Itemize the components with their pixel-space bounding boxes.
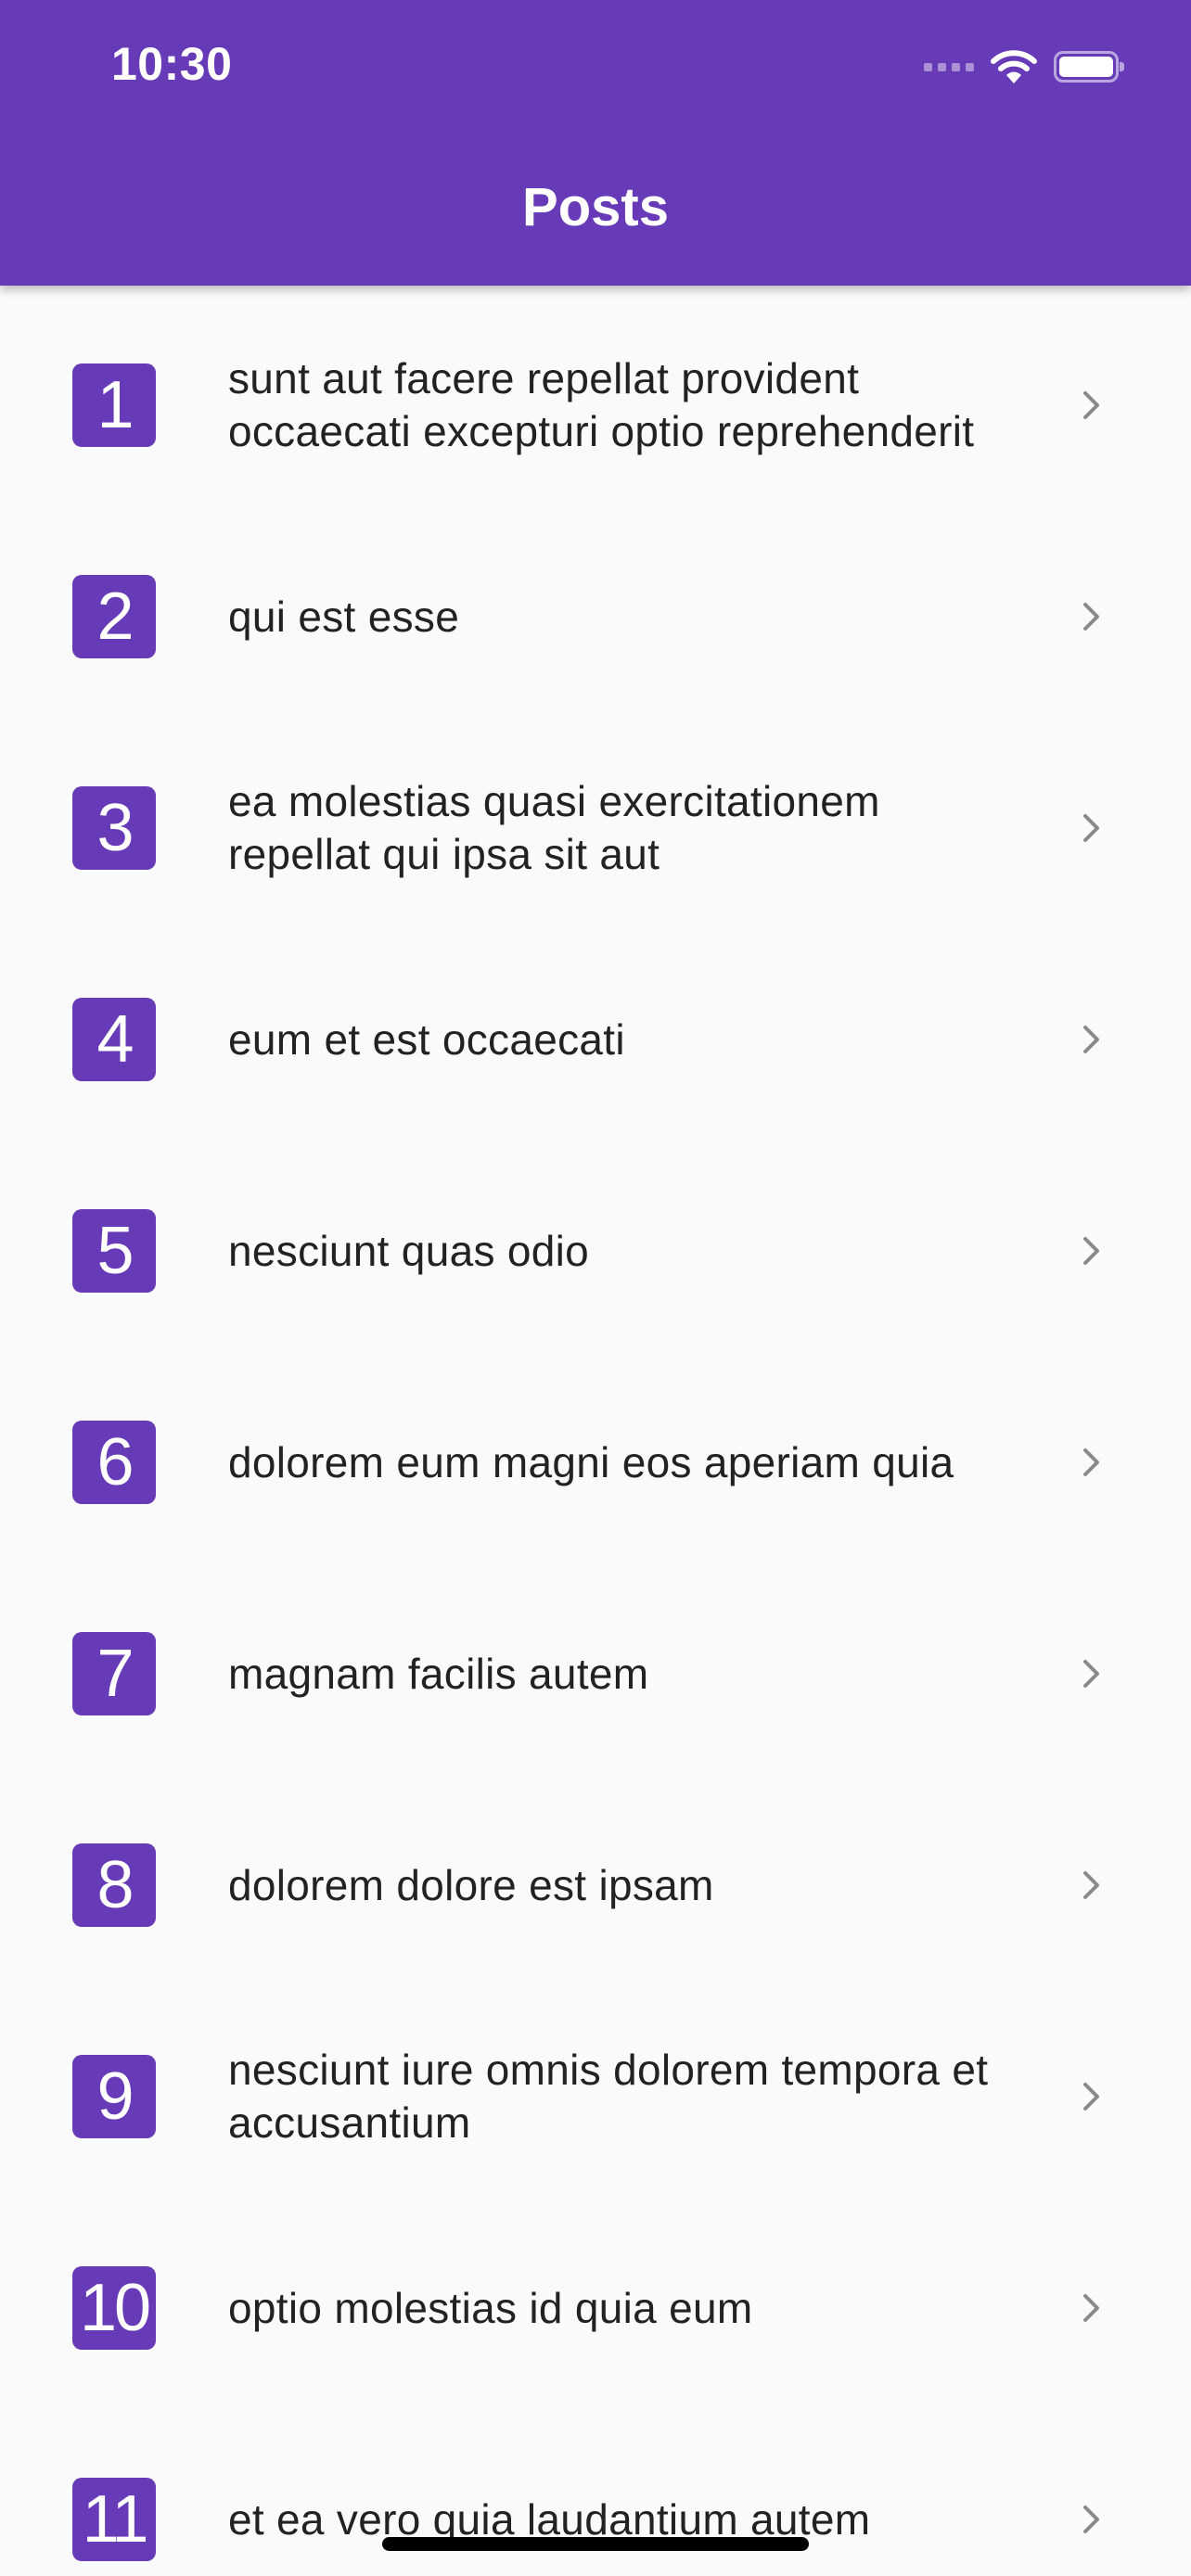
cellular-signal-icon bbox=[924, 62, 974, 71]
home-indicator[interactable] bbox=[382, 2537, 809, 2551]
chevron-right-icon bbox=[1083, 1448, 1099, 1476]
post-title-text: eum et est occaecati bbox=[228, 1014, 625, 1064]
chevron-right-icon bbox=[1083, 391, 1099, 419]
post-title-text: nesciunt iure omnis dolorem tempora et a… bbox=[228, 2046, 989, 2147]
post-title: magnam facilis autem bbox=[228, 1581, 1026, 1766]
post-title-text: qui est esse bbox=[228, 592, 460, 641]
post-id-badge: 6 bbox=[72, 1421, 156, 1504]
post-title: nesciunt iure omnis dolorem tempora et a… bbox=[228, 2004, 1026, 2189]
status-icons bbox=[924, 46, 1124, 87]
post-id-badge: 7 bbox=[72, 1632, 156, 1715]
post-list-item[interactable]: 4 eum et est occaecati bbox=[0, 947, 1191, 1132]
post-list-item[interactable]: 6 dolorem eum magni eos aperiam quia bbox=[0, 1370, 1191, 1555]
post-title-text: optio molestias id quia eum bbox=[228, 2283, 753, 2332]
posts-screen: 10:30 Posts 1 sunt aut facere repellat pr… bbox=[0, 0, 1191, 2576]
app-bar: 10:30 Posts bbox=[0, 0, 1191, 286]
post-title-text: sunt aut facere repellat provident occae… bbox=[228, 354, 975, 455]
post-list-item[interactable]: 9 nesciunt iure omnis dolorem tempora et … bbox=[0, 2004, 1191, 2189]
post-title: nesciunt quas odio bbox=[228, 1158, 1026, 1344]
post-title-text: dolorem dolore est ipsam bbox=[228, 1860, 714, 1909]
battery-icon bbox=[1054, 51, 1124, 83]
post-list-item[interactable]: 7 magnam facilis autem bbox=[0, 1581, 1191, 1766]
chevron-right-icon bbox=[1083, 2294, 1099, 2322]
post-title-text: dolorem eum magni eos aperiam quia bbox=[228, 1437, 954, 1486]
post-title: optio molestias id quia eum bbox=[228, 2215, 1026, 2401]
post-title-text: nesciunt quas odio bbox=[228, 1226, 590, 1275]
post-id-badge: 10 bbox=[72, 2266, 156, 2350]
post-title: qui est esse bbox=[228, 524, 1026, 709]
post-id-badge: 2 bbox=[72, 575, 156, 658]
chevron-right-icon bbox=[1083, 814, 1099, 842]
post-title: sunt aut facere repellat provident occae… bbox=[228, 312, 1026, 498]
post-list-item[interactable]: 5 nesciunt quas odio bbox=[0, 1158, 1191, 1344]
post-list-item[interactable]: 1 sunt aut facere repellat provident occa… bbox=[0, 312, 1191, 498]
chevron-right-icon bbox=[1083, 1660, 1099, 1688]
post-id-badge: 5 bbox=[72, 1209, 156, 1293]
chevron-right-icon bbox=[1083, 1026, 1099, 1053]
chevron-right-icon bbox=[1083, 1237, 1099, 1265]
chevron-right-icon bbox=[1083, 2506, 1099, 2533]
chevron-right-icon bbox=[1083, 1871, 1099, 1899]
post-list-item[interactable]: 3 ea molestias quasi exercitationem repel… bbox=[0, 735, 1191, 921]
post-list-item[interactable]: 10 optio molestias id quia eum bbox=[0, 2215, 1191, 2401]
post-title-text: ea molestias quasi exercitationem repell… bbox=[228, 777, 880, 878]
wifi-icon bbox=[991, 50, 1037, 83]
chevron-right-icon bbox=[1083, 2083, 1099, 2111]
post-list-item[interactable]: 8 dolorem dolore est ipsam bbox=[0, 1792, 1191, 1978]
post-title: dolorem dolore est ipsam bbox=[228, 1792, 1026, 1978]
post-id-badge: 1 bbox=[72, 363, 156, 447]
post-title: ea molestias quasi exercitationem repell… bbox=[228, 735, 1026, 921]
status-time: 10:30 bbox=[111, 38, 233, 90]
post-title: eum et est occaecati bbox=[228, 947, 1026, 1132]
post-title-text: magnam facilis autem bbox=[228, 1649, 649, 1698]
post-id-badge: 8 bbox=[72, 1843, 156, 1927]
post-list-item[interactable]: 11 et ea vero quia laudantium autem bbox=[0, 2427, 1191, 2576]
post-id-badge: 3 bbox=[72, 786, 156, 870]
post-id-badge: 9 bbox=[72, 2055, 156, 2138]
post-id-badge: 11 bbox=[72, 2478, 156, 2561]
post-list-item[interactable]: 2 qui est esse bbox=[0, 524, 1191, 709]
post-title: et ea vero quia laudantium autem bbox=[228, 2427, 1026, 2576]
post-id-badge: 4 bbox=[72, 998, 156, 1081]
chevron-right-icon bbox=[1083, 603, 1099, 631]
page-title: Posts bbox=[522, 177, 669, 237]
post-title: dolorem eum magni eos aperiam quia bbox=[228, 1370, 1026, 1555]
